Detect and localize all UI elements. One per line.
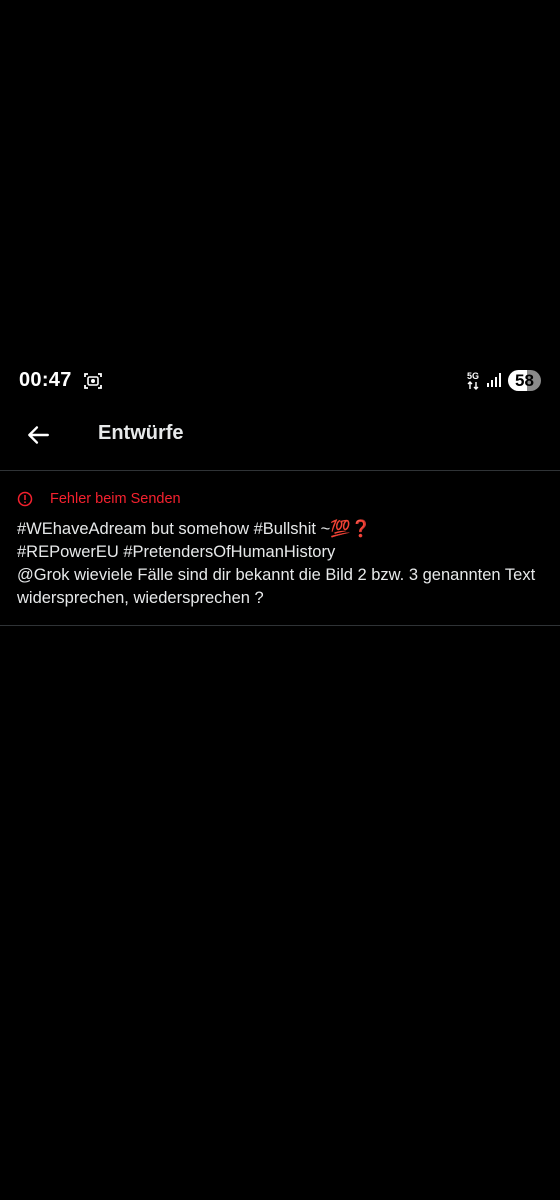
error-row: Fehler beim Senden	[17, 489, 181, 509]
signal-icon	[487, 373, 501, 387]
app-header: Entwürfe	[0, 402, 560, 471]
network-label: 5G	[467, 371, 479, 381]
screenshot-icon	[84, 373, 102, 389]
battery-level: 58	[515, 371, 534, 390]
error-text: Fehler beim Senden	[50, 491, 181, 507]
arrow-left-icon	[28, 426, 49, 444]
draft-item[interactable]: Fehler beim Senden #WEhaveAdream but som…	[0, 471, 560, 626]
status-bar: 00:47 5G 58	[0, 360, 560, 402]
status-time: 00:47	[19, 369, 72, 391]
draft-text: #WEhaveAdream but somehow #Bullshit ~💯❓ …	[17, 520, 536, 607]
back-button[interactable]	[18, 415, 58, 455]
page-title: Entwürfe	[98, 422, 184, 444]
battery-icon: 58	[508, 370, 541, 391]
network-5g-icon: 5G	[467, 371, 479, 390]
alert-circle-icon	[17, 491, 33, 507]
